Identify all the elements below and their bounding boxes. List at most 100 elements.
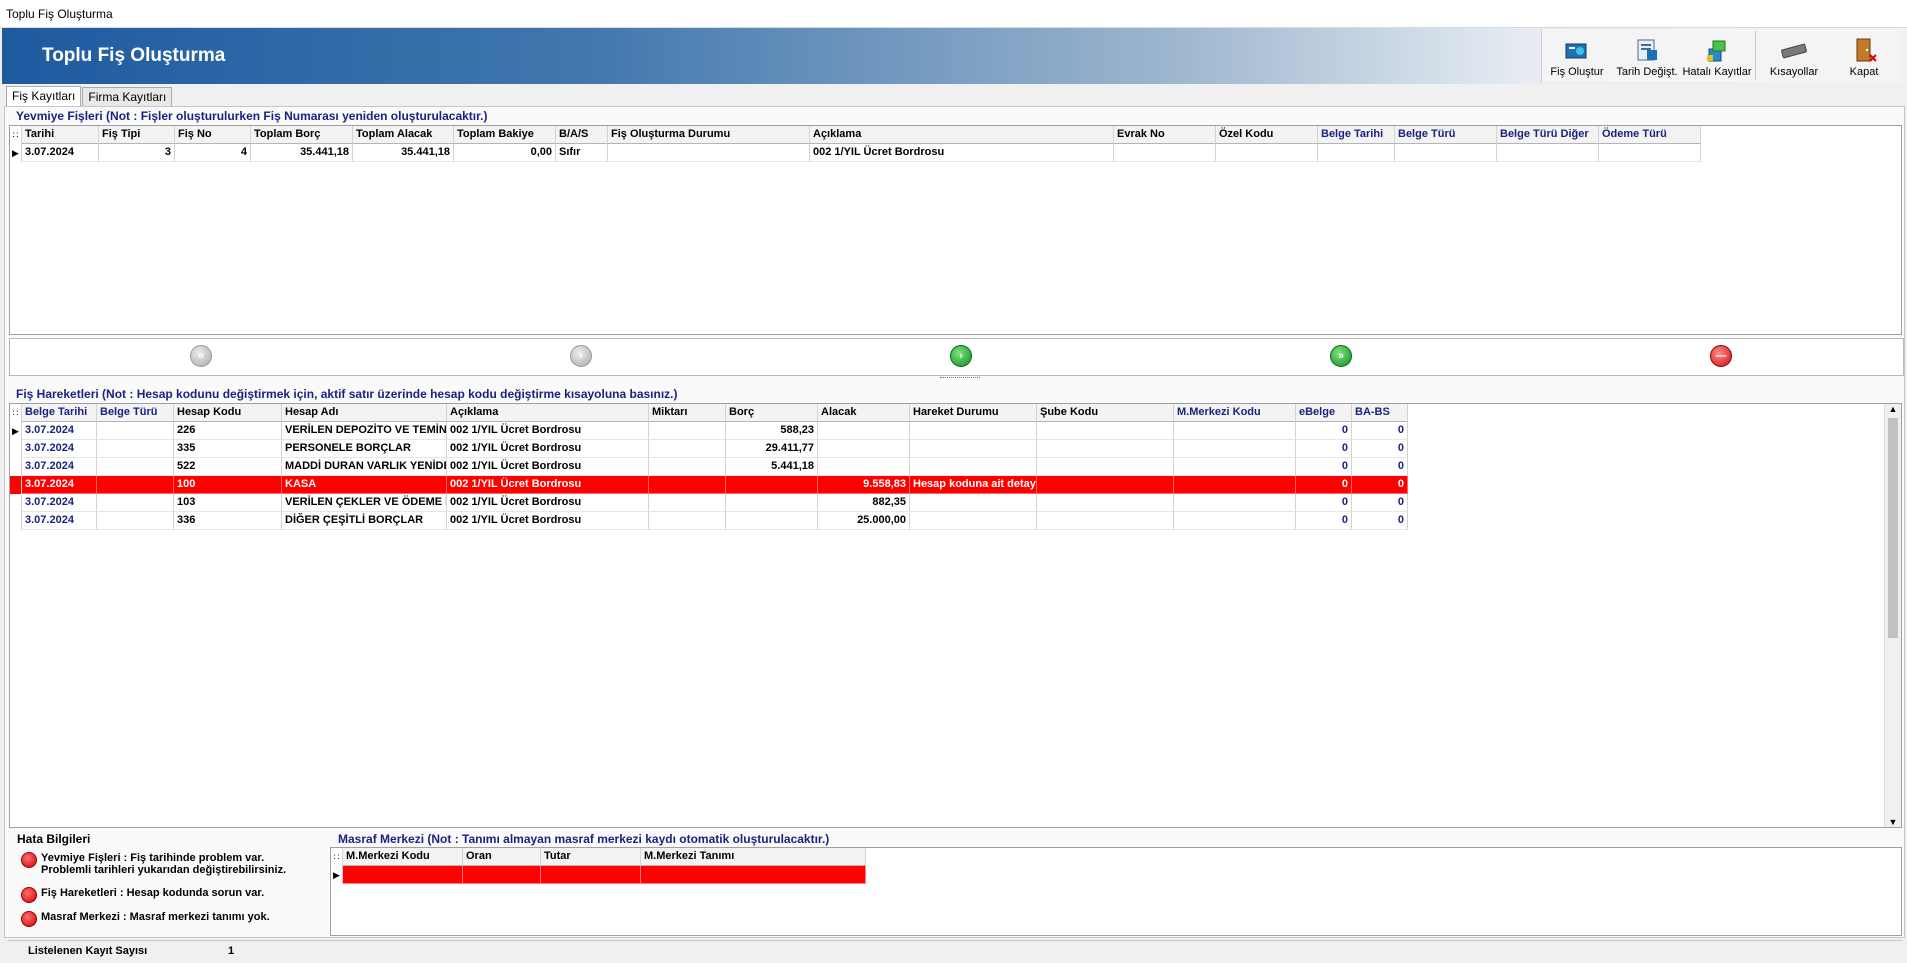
table-cell[interactable]: 4 (175, 144, 251, 162)
nav-first-button[interactable]: « (190, 345, 212, 367)
movements-grid[interactable]: ∷ Belge Tarihi Belge Türü Hesap Kodu Hesap … (9, 403, 1902, 828)
column-header[interactable]: M.Merkezi Kodu (343, 848, 463, 866)
table-cell[interactable] (1037, 440, 1174, 458)
change-date-button[interactable]: Tarih Değişt. (1612, 29, 1682, 82)
table-row[interactable]: 3.07.2024 522 MADDİ DURAN VARLIK YENİDEN 00… (10, 458, 1901, 476)
table-row[interactable]: ▶ 3.07.2024 3 4 35.441,18 35.441,18 0,00 Sıfır 0… (10, 144, 1901, 162)
scroll-up-arrow[interactable]: ▲ (1885, 404, 1901, 418)
table-cell[interactable] (1037, 494, 1174, 512)
table-cell[interactable]: 35.441,18 (251, 144, 353, 162)
table-cell[interactable] (726, 494, 818, 512)
table-cell[interactable] (97, 476, 174, 494)
table-cell[interactable]: 0 (1352, 422, 1408, 440)
table-cell[interactable]: MADDİ DURAN VARLIK YENİDEN (282, 458, 447, 476)
table-cell[interactable]: Sıfır (556, 144, 608, 162)
column-header[interactable]: B/A/S (556, 126, 608, 144)
table-cell[interactable]: 0 (1352, 458, 1408, 476)
table-row[interactable]: ▶ (331, 866, 1901, 884)
table-cell[interactable]: 0 (1296, 422, 1352, 440)
table-cell[interactable]: 0 (1352, 512, 1408, 530)
column-header[interactable]: Borç (726, 404, 818, 422)
column-header[interactable]: Toplam Bakiye (454, 126, 556, 144)
column-header[interactable]: Toplam Alacak (353, 126, 454, 144)
table-cell[interactable] (608, 144, 810, 162)
table-cell[interactable]: 0 (1296, 440, 1352, 458)
table-cell[interactable]: 3.07.2024 (22, 422, 97, 440)
table-cell[interactable]: 002 1/YIL Ücret Bordrosu (447, 422, 649, 440)
table-cell[interactable] (97, 458, 174, 476)
table-cell[interactable] (1174, 440, 1296, 458)
table-cell[interactable] (910, 440, 1037, 458)
table-cell[interactable] (1174, 494, 1296, 512)
column-header[interactable]: Açıklama (447, 404, 649, 422)
table-cell[interactable]: 0 (1352, 440, 1408, 458)
table-cell[interactable] (649, 494, 726, 512)
table-cell[interactable] (910, 512, 1037, 530)
table-cell[interactable]: VERİLEN ÇEKLER VE ÖDEME EMİRLERİ (282, 494, 447, 512)
column-header[interactable]: Hesap Kodu (174, 404, 282, 422)
column-header[interactable]: Ödeme Türü (1599, 126, 1701, 144)
column-header[interactable]: Fiş Oluşturma Durumu (608, 126, 810, 144)
table-cell[interactable] (97, 494, 174, 512)
table-cell[interactable] (726, 476, 818, 494)
column-header[interactable]: Alacak (818, 404, 910, 422)
table-cell[interactable] (641, 866, 866, 884)
table-cell[interactable] (1395, 144, 1497, 162)
nav-next-button[interactable]: › (950, 345, 972, 367)
table-cell[interactable] (1497, 144, 1599, 162)
table-cell[interactable] (1114, 144, 1216, 162)
column-header[interactable]: Şube Kodu (1037, 404, 1174, 422)
table-cell[interactable]: 588,23 (726, 422, 818, 440)
table-cell[interactable] (1174, 512, 1296, 530)
table-cell[interactable] (1037, 512, 1174, 530)
table-cell[interactable]: 3 (99, 144, 175, 162)
table-cell[interactable] (649, 440, 726, 458)
nav-prev-button[interactable]: ‹ (570, 345, 592, 367)
table-cell[interactable]: 0 (1352, 476, 1408, 494)
column-header[interactable]: BA-BS (1352, 404, 1408, 422)
table-cell[interactable]: 5.441,18 (726, 458, 818, 476)
nav-stop-button[interactable]: — (1710, 345, 1732, 367)
table-cell[interactable]: Hesap koduna ait detay (910, 476, 1037, 494)
column-header[interactable]: Tutar (541, 848, 641, 866)
table-cell[interactable]: 882,35 (818, 494, 910, 512)
table-cell[interactable] (910, 422, 1037, 440)
column-header[interactable]: Açıklama (810, 126, 1114, 144)
table-cell[interactable]: 226 (174, 422, 282, 440)
table-cell[interactable]: 0 (1296, 476, 1352, 494)
table-row[interactable]: 3.07.2024 336 DİĞER ÇEŞİTLİ BORÇLAR 002 1/Y… (10, 512, 1901, 530)
column-header[interactable]: Özel Kodu (1216, 126, 1318, 144)
table-cell[interactable]: 3.07.2024 (22, 440, 97, 458)
table-cell[interactable] (97, 440, 174, 458)
table-cell[interactable]: 3.07.2024 (22, 144, 99, 162)
table-cell[interactable] (1174, 458, 1296, 476)
table-cell[interactable] (463, 866, 541, 884)
table-cell[interactable]: 002 1/YIL Ücret Bordrosu (447, 512, 649, 530)
column-header[interactable]: Belge Türü Diğer (1497, 126, 1599, 144)
table-cell[interactable]: 002 1/YIL Ücret Bordrosu (447, 476, 649, 494)
table-cell[interactable] (818, 458, 910, 476)
table-cell[interactable]: 0 (1296, 494, 1352, 512)
movements-scrollbar[interactable]: ▲ ▼ (1884, 404, 1901, 827)
table-cell[interactable]: 9.558,83 (818, 476, 910, 494)
table-cell[interactable] (910, 458, 1037, 476)
table-row[interactable]: ▶3.07.2024 226VERİLEN DEPOZİTO VE TEMİNAT… (10, 422, 1901, 440)
table-cell[interactable]: 0 (1352, 494, 1408, 512)
create-voucher-button[interactable]: Fiş Oluştur (1542, 29, 1612, 82)
table-cell[interactable]: PERSONELE BORÇLAR (282, 440, 447, 458)
scroll-down-arrow[interactable]: ▼ (1885, 817, 1901, 827)
column-header[interactable]: Belge Tarihi (1318, 126, 1395, 144)
table-cell[interactable]: 3.07.2024 (22, 494, 97, 512)
table-cell[interactable]: 35.441,18 (353, 144, 454, 162)
table-cell[interactable]: 3.07.2024 (22, 458, 97, 476)
table-cell[interactable]: 522 (174, 458, 282, 476)
table-cell[interactable] (649, 476, 726, 494)
column-header[interactable]: Fiş Tipi (99, 126, 175, 144)
table-cell[interactable] (1318, 144, 1395, 162)
column-header[interactable]: M.Merkezi Kodu (1174, 404, 1296, 422)
column-header[interactable]: M.Merkezi Tanımı (641, 848, 866, 866)
table-cell[interactable] (1599, 144, 1701, 162)
table-cell[interactable]: 002 1/YIL Ücret Bordrosu (810, 144, 1114, 162)
table-cell[interactable] (726, 512, 818, 530)
table-row[interactable]: 3.07.2024 103VERİLEN ÇEKLER VE ÖDEME EMİR… (10, 494, 1901, 512)
